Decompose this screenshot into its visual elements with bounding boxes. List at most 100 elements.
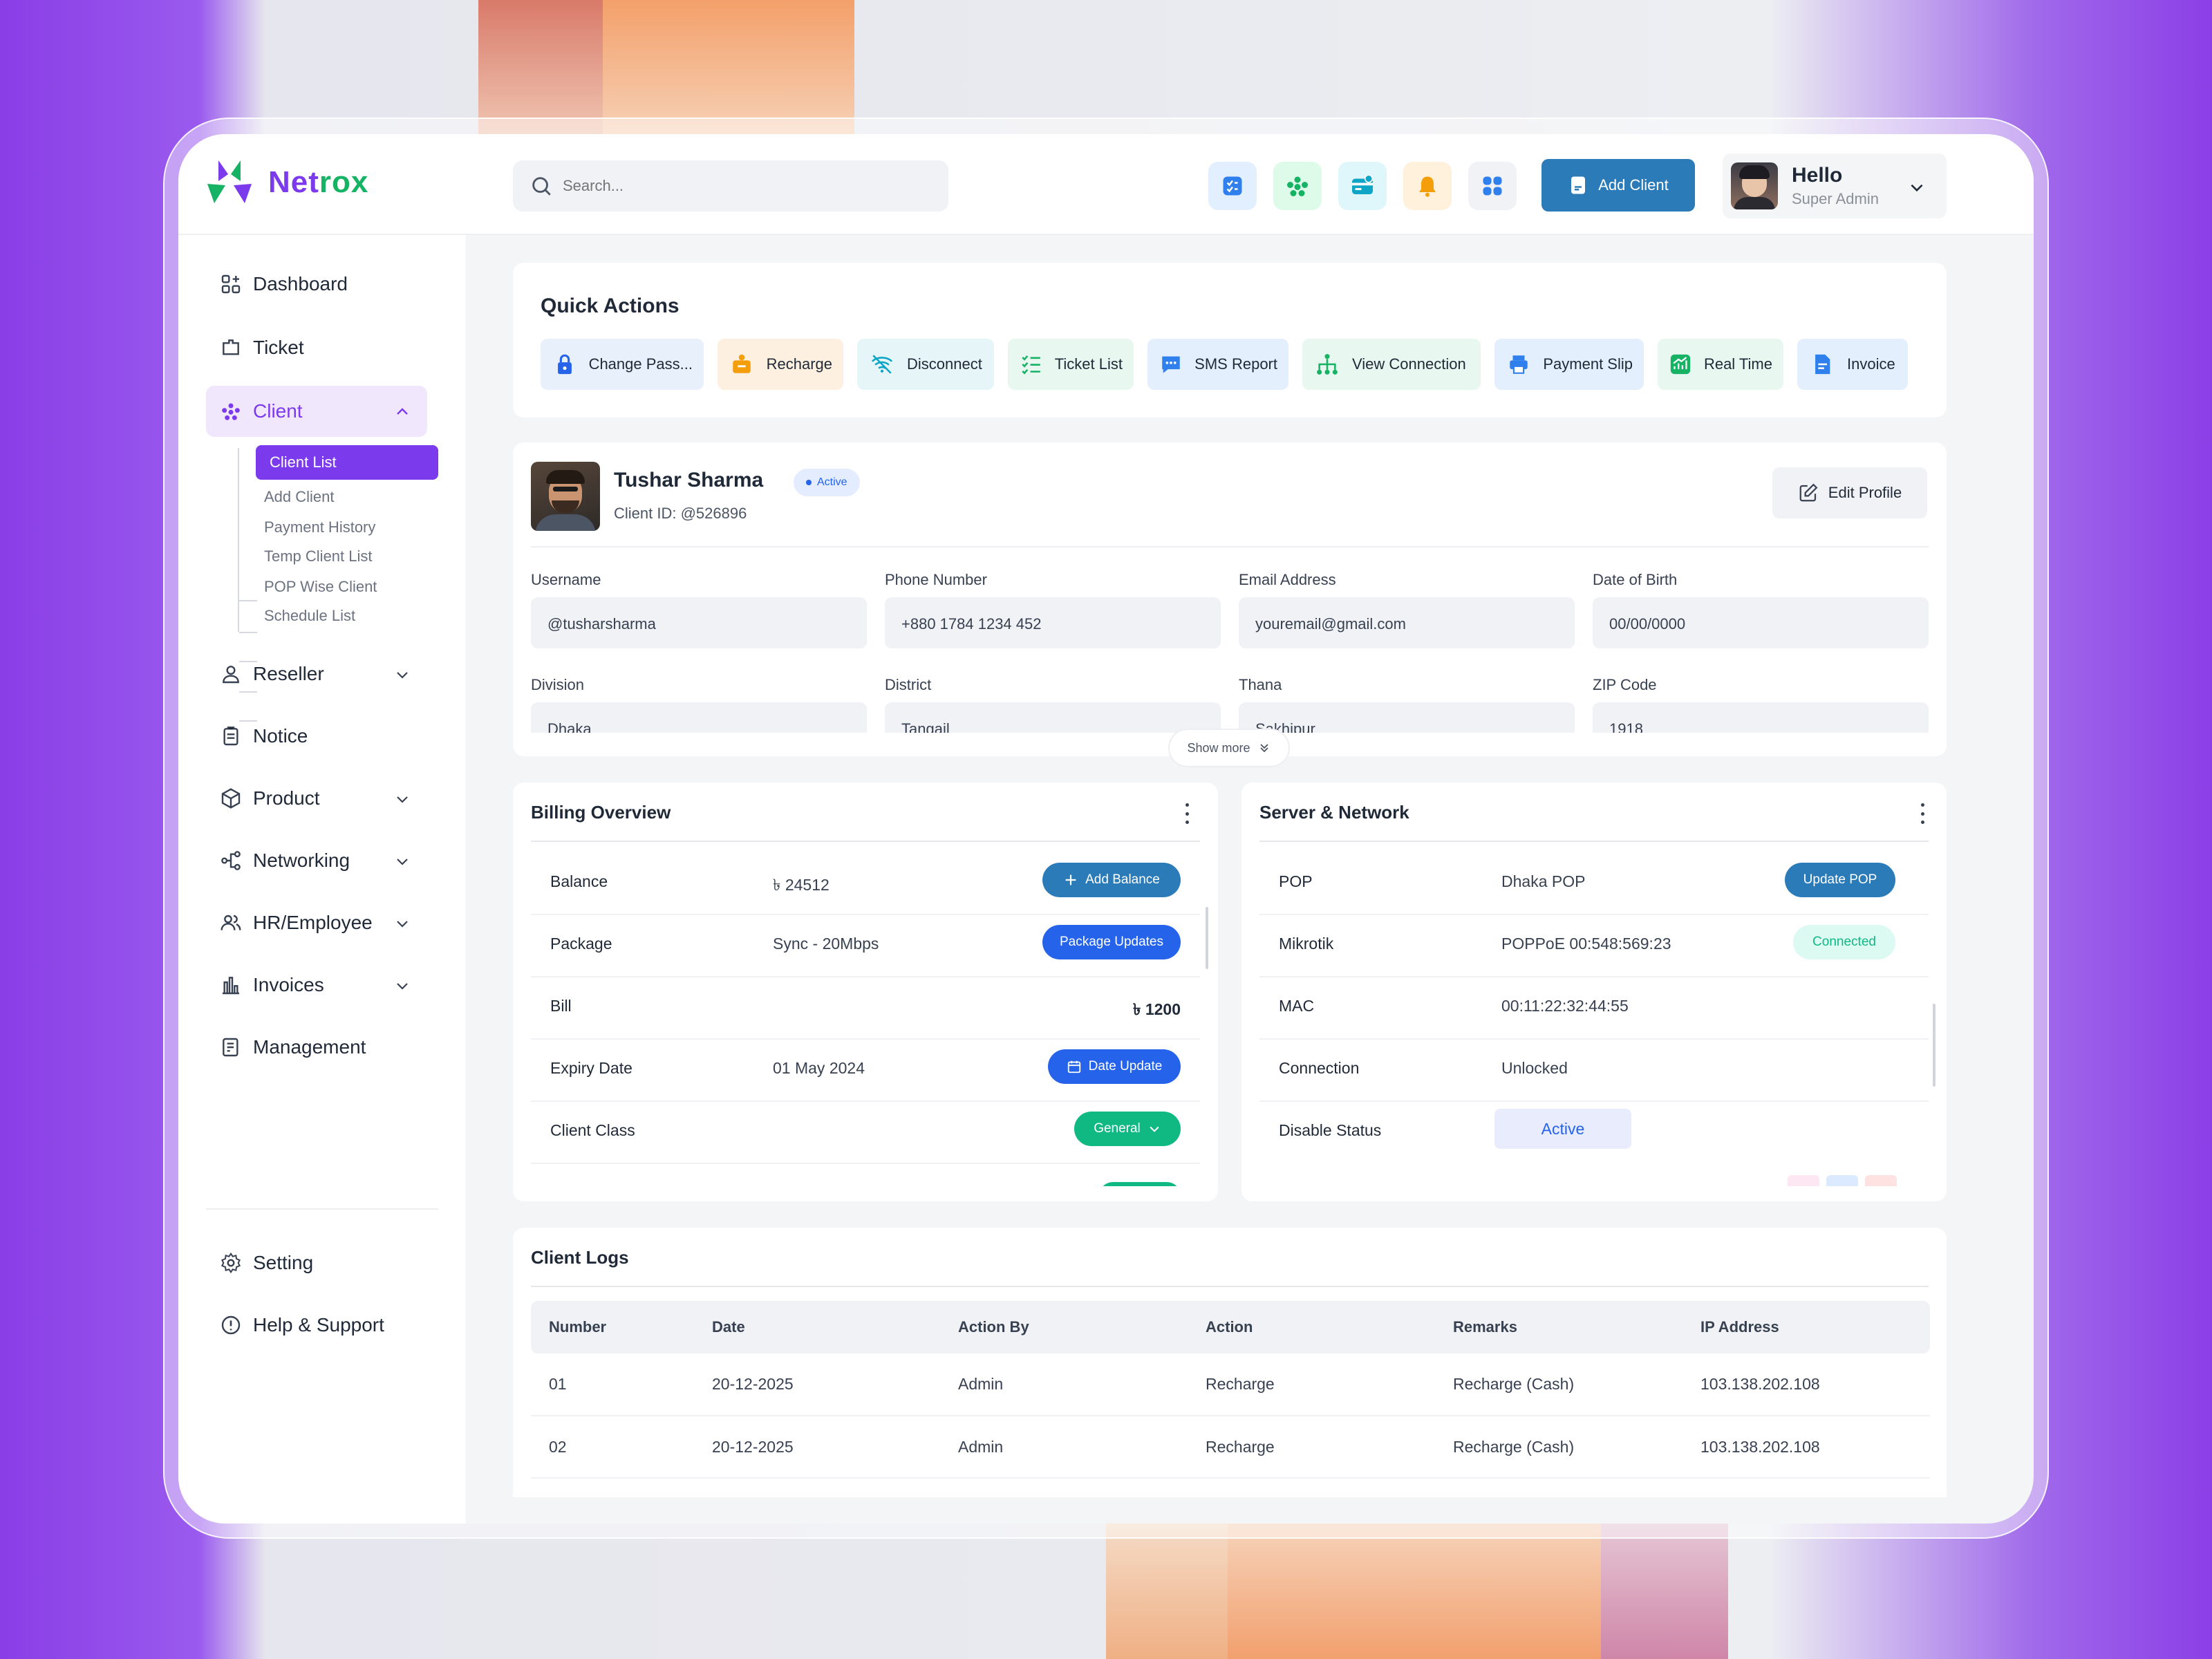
payment-card-icon[interactable]	[1338, 162, 1387, 210]
more-options-icon[interactable]	[1919, 803, 1926, 824]
submenu-client-list[interactable]: Client List	[256, 445, 438, 480]
sidebar-item-management[interactable]: Management	[206, 1022, 427, 1073]
bell-icon[interactable]	[1403, 162, 1452, 210]
chevron-down-icon	[397, 859, 408, 865]
info-icon	[221, 1315, 241, 1335]
sidebar-item-ticket[interactable]: Ticket	[206, 322, 427, 373]
sidebar: Dashboard Ticket Client Client List Add …	[178, 235, 466, 1524]
client-logs-card: Client Logs Number Date Action By Action…	[513, 1228, 1947, 1497]
mac-label: MAC	[1279, 997, 1315, 1015]
submenu-temp-client-list[interactable]: Temp Client List	[264, 547, 373, 565]
sidebar-item-dashboard[interactable]: Dashboard	[206, 259, 427, 310]
sidebar-item-invoices[interactable]: Invoices	[206, 959, 427, 1011]
more-options-icon[interactable]	[1183, 803, 1190, 824]
table-cell: 103.138.202.108	[1683, 1353, 1930, 1416]
date-update-button[interactable]: Date Update	[1048, 1049, 1181, 1084]
table-row[interactable]: 02 20-12-2025 Admin Recharge Recharge (C…	[531, 1416, 1930, 1479]
status-badge: Active	[794, 469, 860, 496]
column-header[interactable]: IP Address	[1683, 1301, 1930, 1353]
phone-field[interactable]: +880 1784 1234 452	[885, 597, 1221, 648]
ticket-icon	[223, 339, 239, 355]
package-updates-button[interactable]: Package Updates	[1042, 925, 1181, 959]
mikrotik-label: Mikrotik	[1279, 935, 1334, 953]
submenu-payment-history[interactable]: Payment History	[264, 518, 375, 536]
show-more-button[interactable]: Show more	[1168, 729, 1290, 767]
app-window: Netrox Add Client	[178, 134, 2034, 1524]
quick-action-real-time[interactable]: Real Time	[1658, 339, 1783, 390]
checklist-icon	[1019, 350, 1044, 378]
sidebar-item-hr-employee[interactable]: HR/Employee	[206, 897, 427, 948]
sidebar-item-notice[interactable]: Notice	[206, 711, 427, 762]
sidebar-item-product[interactable]: Product	[206, 773, 427, 824]
chevron-down-icon	[397, 672, 408, 679]
quick-action-ticket-list[interactable]: Ticket List	[1008, 339, 1134, 390]
quick-action-recharge[interactable]: Recharge	[718, 339, 843, 390]
phone-label: Phone Number	[885, 571, 987, 588]
row-divider	[531, 1038, 1200, 1040]
quick-action-sms-report[interactable]: SMS Report	[1147, 339, 1288, 390]
connection-value: Unlocked	[1501, 1059, 1568, 1077]
expiry-date-label: Expiry Date	[550, 1059, 632, 1077]
quick-action-change-password[interactable]: Change Pass...	[541, 339, 704, 390]
calendar-icon	[1067, 1060, 1080, 1074]
submenu-pop-wise-client[interactable]: POP Wise Client	[264, 578, 377, 596]
apps-grid-icon[interactable]	[1468, 162, 1517, 210]
column-header[interactable]: Action	[1188, 1301, 1435, 1353]
quick-actions-card: Quick Actions Change Pass... Recharge Di…	[513, 263, 1947, 418]
submenu-add-client[interactable]: Add Client	[264, 488, 335, 506]
balance-value: ৳ 24512	[773, 876, 830, 894]
sidebar-item-networking[interactable]: Networking	[206, 835, 427, 886]
management-icon	[223, 1038, 238, 1057]
user-profile-menu[interactable]: Hello Super Admin	[1723, 153, 1947, 218]
update-pop-button[interactable]: Update POP	[1785, 863, 1895, 897]
table-row[interactable]: 01 20-12-2025 Admin Recharge Recharge (C…	[531, 1353, 1930, 1416]
table-cell: Admin	[940, 1353, 1188, 1416]
mikrotik-value: POPPoE 00:548:569:23	[1501, 935, 1671, 953]
add-client-button[interactable]: Add Client	[1541, 159, 1695, 212]
divider	[206, 1208, 438, 1210]
network-icon	[221, 851, 241, 870]
scrollbar[interactable]	[1206, 907, 1208, 969]
sidebar-item-setting[interactable]: Setting	[206, 1237, 427, 1288]
email-label: Email Address	[1239, 571, 1336, 588]
column-header[interactable]: Action By	[940, 1301, 1188, 1353]
quick-action-payment-slip[interactable]: Payment Slip	[1494, 339, 1644, 390]
quick-action-invoice[interactable]: Invoice	[1797, 339, 1908, 390]
search-input[interactable]	[563, 177, 922, 195]
users-icon	[221, 915, 241, 930]
quick-action-disconnect[interactable]: Disconnect	[857, 339, 994, 390]
fade-mask	[1241, 1186, 1947, 1201]
clients-icon[interactable]	[1273, 162, 1322, 210]
dob-field[interactable]: 00/00/0000	[1593, 597, 1929, 648]
district-label: District	[885, 676, 932, 693]
add-balance-button[interactable]: Add Balance	[1042, 863, 1181, 897]
column-header[interactable]: Remarks	[1435, 1301, 1683, 1353]
connected-badge: Connected	[1793, 925, 1895, 959]
search-icon	[532, 177, 551, 196]
mac-value: 00:11:22:32:44:55	[1501, 997, 1629, 1015]
quick-action-view-connection[interactable]: View Connection	[1302, 339, 1481, 390]
chevron-down-icon	[397, 796, 408, 803]
division-label: Division	[531, 676, 585, 693]
sidebar-item-client[interactable]: Client	[206, 386, 427, 437]
column-header[interactable]: Date	[694, 1301, 940, 1353]
divider	[531, 841, 1200, 842]
username-field[interactable]: @tusharsharma	[531, 597, 867, 648]
sidebar-item-help-support[interactable]: Help & Support	[206, 1300, 427, 1351]
column-header[interactable]: Number	[531, 1301, 694, 1353]
scrollbar[interactable]	[1933, 1004, 1936, 1087]
client-profile-card: Tushar Sharma Active Client ID: @526896 …	[513, 442, 1947, 756]
thana-label: Thana	[1239, 676, 1282, 693]
tasks-icon[interactable]	[1208, 162, 1257, 210]
email-field[interactable]: youremail@gmail.com	[1239, 597, 1575, 648]
user-icon	[223, 666, 239, 684]
bill-label: Bill	[550, 997, 572, 1015]
submenu-schedule-list[interactable]: Schedule List	[264, 607, 355, 625]
search-box[interactable]	[513, 160, 948, 212]
disable-status-select[interactable]: Active	[1494, 1109, 1631, 1149]
client-class-dropdown[interactable]: General	[1074, 1112, 1181, 1146]
logo[interactable]: Netrox	[205, 158, 368, 207]
divider	[531, 546, 1929, 547]
sidebar-item-reseller[interactable]: Reseller	[206, 648, 427, 700]
edit-profile-button[interactable]: Edit Profile	[1772, 467, 1927, 518]
